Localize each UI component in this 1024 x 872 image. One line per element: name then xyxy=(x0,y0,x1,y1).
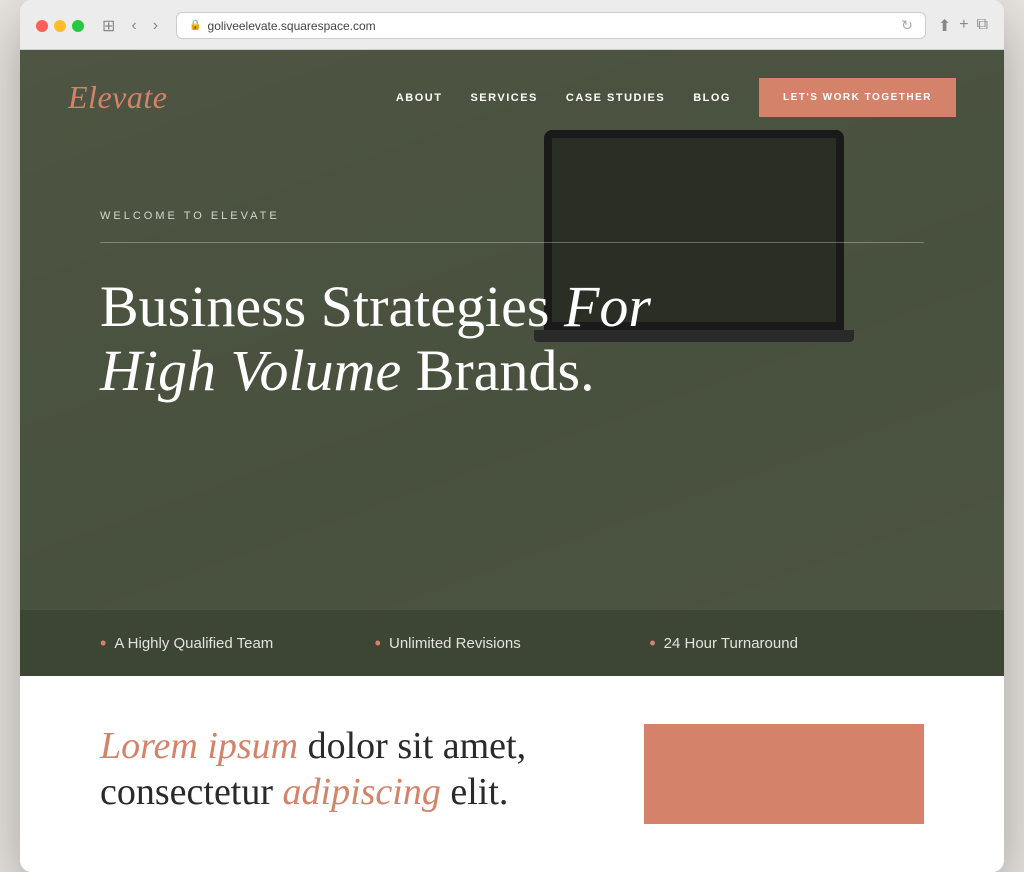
back-button[interactable]: ‹ xyxy=(125,15,142,37)
maximize-button[interactable] xyxy=(72,20,84,32)
nav-about[interactable]: About xyxy=(396,92,443,104)
browser-chrome: ⊞ ‹ › 🔒 goliveelevate.squarespace.com ↻ … xyxy=(20,0,1004,50)
headline-line1: Business Strategies For xyxy=(100,274,651,339)
close-button[interactable] xyxy=(36,20,48,32)
headline-line2: High Volume Brands. xyxy=(100,338,595,403)
below-text-2: consectetur xyxy=(100,771,283,813)
site-nav: About Services Case Studies Blog Let's W… xyxy=(396,78,956,117)
feature-text-3: 24 Hour Turnaround xyxy=(664,635,798,652)
bullet-2: • xyxy=(375,634,381,652)
nav-services[interactable]: Services xyxy=(470,92,537,104)
features-bar: • A Highly Qualified Team • Unlimited Re… xyxy=(20,610,1004,676)
hero-divider xyxy=(100,242,924,243)
feature-item-2: • Unlimited Revisions xyxy=(375,634,650,652)
feature-item-1: • A Highly Qualified Team xyxy=(100,634,375,652)
bullet-1: • xyxy=(100,634,106,652)
below-italic-1: Lorem ipsum xyxy=(100,725,298,767)
cta-button[interactable]: Let's Work Together xyxy=(759,78,956,117)
nav-blog[interactable]: Blog xyxy=(693,92,731,104)
below-section: Lorem ipsum dolor sit amet, consectetur … xyxy=(20,676,1004,872)
browser-actions: ⬆ + ⧉ xyxy=(938,16,988,36)
sidebar-icon[interactable]: ⊞ xyxy=(96,14,121,38)
hero-headline: Business Strategies For High Volume Bran… xyxy=(100,275,780,403)
lock-icon: 🔒 xyxy=(189,20,201,31)
share-icon[interactable]: ⬆ xyxy=(938,16,951,36)
below-text-3: elit. xyxy=(441,771,509,813)
hero-eyebrow: Welcome to Elevate xyxy=(100,210,924,222)
feature-text-2: Unlimited Revisions xyxy=(389,635,521,652)
below-headline: Lorem ipsum dolor sit amet, consectetur … xyxy=(100,724,612,815)
address-bar[interactable]: 🔒 goliveelevate.squarespace.com ↻ xyxy=(176,12,926,39)
nav-case-studies[interactable]: Case Studies xyxy=(566,92,665,104)
bullet-3: • xyxy=(649,634,655,652)
reload-icon[interactable]: ↻ xyxy=(901,17,913,34)
browser-controls: ⊞ ‹ › xyxy=(96,14,164,38)
below-text: Lorem ipsum dolor sit amet, consectetur … xyxy=(100,724,612,815)
browser-window: ⊞ ‹ › 🔒 goliveelevate.squarespace.com ↻ … xyxy=(20,0,1004,872)
feature-text-1: A Highly Qualified Team xyxy=(114,635,273,652)
traffic-lights xyxy=(36,20,84,32)
url-text: goliveelevate.squarespace.com xyxy=(208,19,376,33)
below-italic-2: adipiscing xyxy=(283,771,441,813)
windows-icon[interactable]: ⧉ xyxy=(977,16,988,36)
minimize-button[interactable] xyxy=(54,20,66,32)
site-logo: Elevate xyxy=(68,79,167,116)
forward-button[interactable]: › xyxy=(147,15,164,37)
site-header: Elevate About Services Case Studies Blog… xyxy=(20,50,1004,145)
feature-item-3: • 24 Hour Turnaround xyxy=(649,634,924,652)
website: Elevate About Services Case Studies Blog… xyxy=(20,50,1004,872)
new-tab-icon[interactable]: + xyxy=(959,16,968,36)
hero-section: Elevate About Services Case Studies Blog… xyxy=(20,50,1004,610)
below-cta-block xyxy=(644,724,924,824)
below-text-1: dolor sit amet, xyxy=(298,725,526,767)
